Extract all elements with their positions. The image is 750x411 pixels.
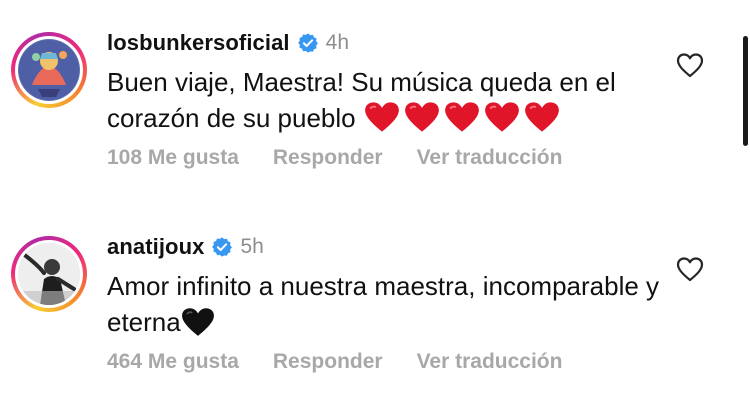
likes-count[interactable]: 464 Me gusta xyxy=(107,350,239,374)
heart-outline-icon[interactable] xyxy=(676,52,704,78)
comment-header: losbunkersoficial 4h xyxy=(107,28,349,58)
see-translation-button[interactable]: Ver traducción xyxy=(417,350,563,374)
comment-text: Amor infinito a nuestra maestra, incompa… xyxy=(107,268,667,340)
reply-button[interactable]: Responder xyxy=(273,350,383,374)
avatar[interactable] xyxy=(18,243,80,305)
red-hearts-emoji xyxy=(364,101,564,133)
reply-button[interactable]: Responder xyxy=(273,146,383,170)
likes-count[interactable]: 108 Me gusta xyxy=(107,146,239,170)
red-heart-icon xyxy=(524,102,559,132)
username[interactable]: anatijoux xyxy=(107,234,204,260)
black-heart-icon xyxy=(181,308,214,336)
username[interactable]: losbunkersoficial xyxy=(107,30,290,56)
avatar-frame xyxy=(15,240,83,308)
red-heart-icon xyxy=(404,102,439,132)
red-heart-icon xyxy=(484,102,519,132)
verified-badge-icon xyxy=(212,237,233,257)
avatar[interactable] xyxy=(18,39,80,101)
timestamp[interactable]: 5h xyxy=(240,235,263,259)
see-translation-button[interactable]: Ver traducción xyxy=(417,146,563,170)
comment-text: Buen viaje, Maestra! Su música queda en … xyxy=(107,64,667,136)
red-heart-icon xyxy=(444,102,479,132)
comment-actions: 464 Me gusta Responder Ver traducción xyxy=(107,350,562,374)
verified-badge-icon xyxy=(297,33,318,53)
avatar-story-ring[interactable] xyxy=(11,236,87,312)
scrollbar[interactable] xyxy=(743,36,748,146)
timestamp[interactable]: 4h xyxy=(326,31,349,55)
heart-outline-icon[interactable] xyxy=(676,256,704,282)
avatar-frame xyxy=(15,36,83,104)
avatar-story-ring[interactable] xyxy=(11,32,87,108)
comment-actions: 108 Me gusta Responder Ver traducción xyxy=(107,146,562,170)
red-heart-icon xyxy=(364,102,399,132)
comment-header: anatijoux 5h xyxy=(107,232,264,262)
